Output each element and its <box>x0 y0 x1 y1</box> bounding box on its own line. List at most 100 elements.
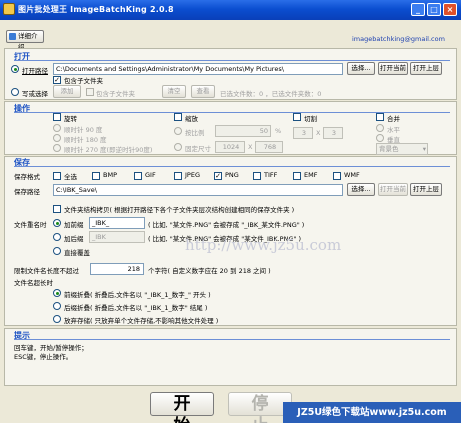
save-path-label: 保存路径 <box>14 188 40 196</box>
open-current-button[interactable]: 打开当前 <box>378 62 408 75</box>
site-banner: JZ5U绿色下载站www.jz5u.com <box>283 402 461 423</box>
minimize-button[interactable]: _ <box>411 3 425 16</box>
format-jpeg-checkbox[interactable] <box>174 172 182 180</box>
open-browse-button[interactable]: 选择... <box>347 62 375 75</box>
open-path-radio[interactable] <box>11 65 19 73</box>
window-title: 图片批处理王 ImageBatchKing 2.0.8 <box>18 5 174 14</box>
suffix-label: 加后缀 <box>64 235 84 243</box>
include-sub2-checkbox[interactable] <box>86 88 94 96</box>
overwrite-label: 直接覆盖 <box>64 249 90 257</box>
prefix-input[interactable]: _IBK_ <box>89 217 145 229</box>
suffix-input[interactable]: _IBK <box>89 231 145 243</box>
rotate-cw-radio[interactable] <box>53 124 61 132</box>
merge-label: 合并 <box>387 115 400 123</box>
maximize-button[interactable]: □ <box>427 3 441 16</box>
format-all-checkbox[interactable] <box>53 172 61 180</box>
save-format-label: 保存格式 <box>14 173 40 181</box>
manual-select-radio[interactable] <box>11 88 19 96</box>
rotate-ccw-radio[interactable] <box>53 144 61 152</box>
by-ratio-label: 按比例 <box>185 129 205 137</box>
scale-checkbox[interactable] <box>174 113 182 121</box>
app-icon <box>3 3 15 15</box>
selection-stats: 已选文件数：0 ，已选文件夹数：0 <box>220 90 322 98</box>
open-divider <box>14 60 450 61</box>
tips-divider <box>14 339 450 340</box>
format-emf-label: EMF <box>304 171 318 179</box>
cut-rows-input[interactable]: 3 <box>293 127 313 139</box>
open-parent-button[interactable]: 打开上层 <box>410 62 442 75</box>
maxlen-input[interactable]: 218 <box>90 263 144 275</box>
manual-select-label: 写或选择 <box>22 90 48 98</box>
format-jpeg-label: JPEG <box>185 171 200 179</box>
format-all-label: 全选 <box>64 173 77 181</box>
merge-checkbox[interactable] <box>376 113 384 121</box>
suffix-radio[interactable] <box>53 233 61 241</box>
rotate-ccw-label: 顺时针 270 度(即逆时针90度) <box>64 146 153 154</box>
merge-horizontal-label: 水平 <box>387 126 400 134</box>
rotate-180-label: 顺时针 180 度 <box>64 136 107 144</box>
toolong-label: 文件名超长时 <box>14 279 53 287</box>
include-sub2-label: 包含子文件夹 <box>96 90 135 98</box>
fold-back-radio[interactable] <box>53 302 61 310</box>
fold-front-radio[interactable] <box>53 289 61 297</box>
keep-structure-label: 文件夹结构拷贝( 根据打开路径下各个子文件夹层次结构创建相同的保存文件夹 ) <box>64 206 295 214</box>
cut-checkbox[interactable] <box>293 113 301 121</box>
rotate-checkbox[interactable] <box>53 113 61 121</box>
rotate-180-radio[interactable] <box>53 134 61 142</box>
skip-radio[interactable] <box>53 315 61 323</box>
save-path-input[interactable]: C:\IBK_Save\ <box>53 184 343 196</box>
cut-x-label: X <box>316 129 321 137</box>
suffix-hint: ( 比如, "某文件.PNG" 会被存成 "某文件_IBK.PNG" ) <box>148 235 302 243</box>
include-subfolders-label: 包含子文件夹 <box>64 77 103 85</box>
include-subfolders-checkbox[interactable]: ✓ <box>53 76 61 84</box>
intro-button[interactable]: 详细介绍 <box>6 30 44 51</box>
format-tiff-checkbox[interactable] <box>253 172 261 180</box>
fixed-height-input[interactable]: 768 <box>255 141 283 153</box>
overwrite-radio[interactable] <box>53 247 61 255</box>
open-path-label: 打开路径 <box>22 67 48 75</box>
chevron-down-icon: ▾ <box>422 145 426 153</box>
format-png-checkbox[interactable]: ✓ <box>214 172 222 180</box>
by-ratio-radio[interactable] <box>174 127 182 135</box>
bg-color-select[interactable]: 背景色 ▾ <box>376 143 428 155</box>
format-wmf-checkbox[interactable] <box>333 172 341 180</box>
fold-back-label: 后缀折叠( 折叠后,文件名以 "_IBK_1_数字" 结尾 ) <box>64 304 208 312</box>
keep-structure-checkbox[interactable] <box>53 205 61 213</box>
fixed-width-input[interactable]: 1024 <box>215 141 245 153</box>
clear-button[interactable]: 清空 <box>162 85 186 98</box>
save-open-parent-button[interactable]: 打开上层 <box>410 183 442 196</box>
format-png-label: PNG <box>225 171 239 179</box>
format-gif-checkbox[interactable] <box>134 172 142 180</box>
prefix-label: 加前缀 <box>64 221 84 229</box>
format-bmp-label: BMP <box>103 171 117 179</box>
email-link[interactable]: imagebatchking@gmail.com <box>352 35 445 43</box>
format-bmp-checkbox[interactable] <box>92 172 100 180</box>
merge-horizontal-radio[interactable] <box>376 124 384 132</box>
info-icon <box>9 33 16 40</box>
close-button[interactable]: × <box>443 3 457 16</box>
fixed-size-radio[interactable] <box>174 143 182 151</box>
fixed-x-label: X <box>248 143 253 151</box>
maxlen-hint: 个字符( 自定义数字应在 20 到 218 之间 ) <box>148 267 271 275</box>
open-path-input[interactable]: C:\Documents and Settings\Administrator\… <box>53 63 343 75</box>
tip-line-2: ESC键，停止操作。 <box>14 353 73 361</box>
merge-vertical-radio[interactable] <box>376 134 384 142</box>
save-browse-button[interactable]: 选择... <box>347 183 375 196</box>
prefix-radio[interactable] <box>53 219 61 227</box>
cut-cols-input[interactable]: 3 <box>323 127 343 139</box>
fold-front-label: 前缀折叠( 折叠后,文件名以 "_IBK_1_数字_" 开头 ) <box>64 291 211 299</box>
format-gif-label: GIF <box>145 171 156 179</box>
ops-divider <box>14 112 450 113</box>
rename-label: 文件重名时 <box>14 221 47 229</box>
prefix-hint: ( 比如, "某文件.PNG" 会被存成 "_IBK_某文件.PNG" ) <box>148 221 305 229</box>
ratio-percent: % <box>275 127 282 135</box>
rotate-label: 旋转 <box>64 115 77 123</box>
save-open-current-button[interactable]: 打开当前 <box>378 183 408 196</box>
add-button[interactable]: 添加 <box>53 85 81 98</box>
view-button[interactable]: 查看 <box>191 85 215 98</box>
title-bar: 图片批处理王 ImageBatchKing 2.0.8 _ □ × <box>0 0 461 20</box>
format-emf-checkbox[interactable] <box>293 172 301 180</box>
skip-label: 放弃存储( 只放弃单个文件存储,不影响其他文件处理 ) <box>64 317 219 325</box>
ratio-input[interactable]: 50 <box>215 125 271 137</box>
start-button[interactable]: 开始 <box>150 392 214 423</box>
